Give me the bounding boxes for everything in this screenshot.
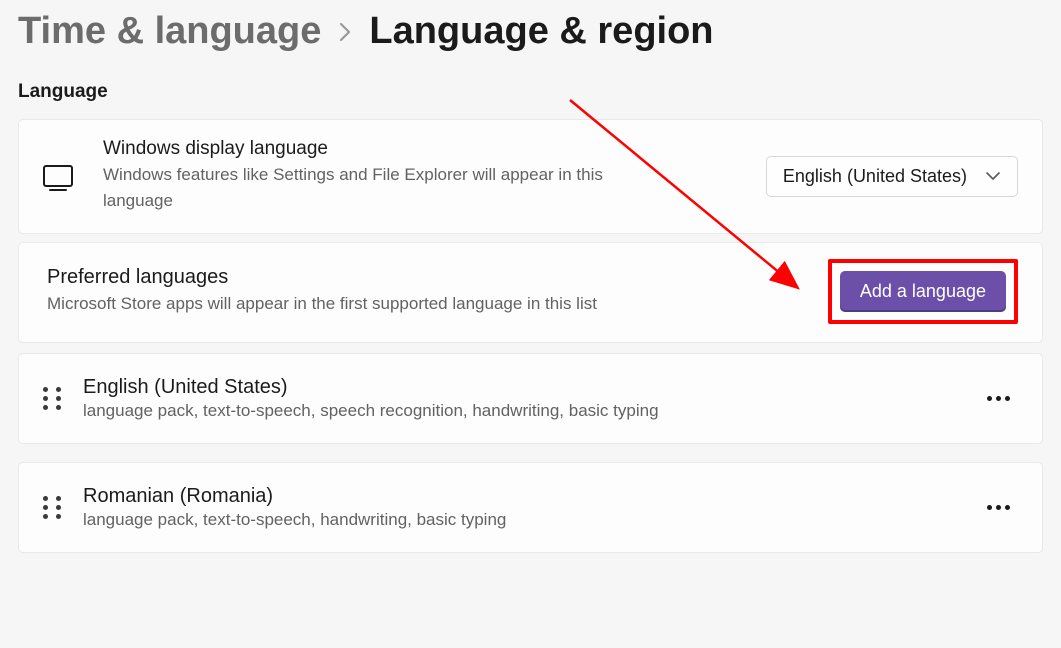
- language-item: Romanian (Romania) language pack, text-t…: [18, 462, 1043, 553]
- display-language-title: Windows display language: [103, 138, 766, 160]
- monitor-icon: [43, 165, 73, 187]
- display-language-value: English (United States): [783, 166, 967, 187]
- drag-handle-icon[interactable]: [43, 496, 65, 518]
- chevron-down-icon: [985, 171, 1001, 181]
- language-item: English (United States) language pack, t…: [18, 353, 1043, 444]
- language-more-button[interactable]: [978, 378, 1018, 418]
- language-features: language pack, text-to-speech, handwriti…: [83, 510, 960, 530]
- preferred-languages-card: Preferred languages Microsoft Store apps…: [18, 242, 1043, 343]
- section-heading-language: Language: [18, 81, 1043, 103]
- add-language-button[interactable]: Add a language: [840, 271, 1006, 312]
- page-title: Language & region: [369, 10, 713, 53]
- language-name: English (United States): [83, 376, 960, 399]
- annotation-highlight: Add a language: [828, 259, 1018, 324]
- chevron-right-icon: [337, 21, 353, 43]
- language-more-button[interactable]: [978, 487, 1018, 527]
- breadcrumb-parent-link[interactable]: Time & language: [18, 10, 321, 53]
- language-features: language pack, text-to-speech, speech re…: [83, 401, 960, 421]
- preferred-languages-subtitle: Microsoft Store apps will appear in the …: [47, 291, 828, 317]
- preferred-languages-title: Preferred languages: [47, 266, 828, 289]
- language-name: Romanian (Romania): [83, 485, 960, 508]
- breadcrumb: Time & language Language & region: [18, 10, 1043, 53]
- display-language-subtitle: Windows features like Settings and File …: [103, 162, 643, 215]
- drag-handle-icon[interactable]: [43, 387, 65, 409]
- display-language-card: Windows display language Windows feature…: [18, 119, 1043, 234]
- display-language-dropdown[interactable]: English (United States): [766, 156, 1018, 197]
